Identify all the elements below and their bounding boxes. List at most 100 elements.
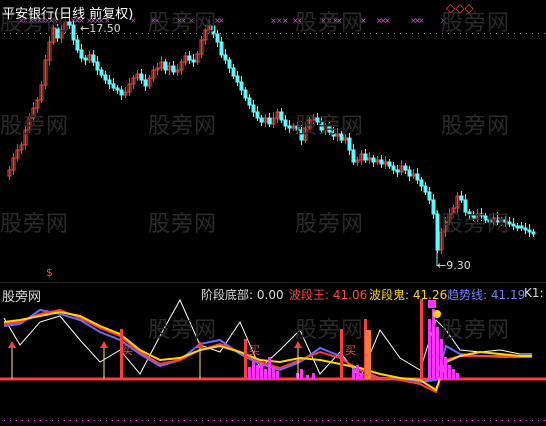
dot-mark: [268, 33, 269, 34]
dot-mark: [340, 420, 341, 421]
dot-mark: [52, 420, 53, 421]
volume-bar: [452, 369, 455, 379]
candle-body: [111, 83, 116, 89]
low-price-label: ←9.30: [437, 259, 471, 272]
k-label: K1:: [524, 286, 544, 300]
signal-dot: [433, 310, 441, 318]
dot-mark: [310, 420, 311, 421]
candle-body: [119, 89, 124, 96]
dot-mark: [430, 420, 431, 421]
signal-bar: [244, 339, 247, 379]
dot-mark: [514, 420, 515, 421]
dot-mark: [478, 420, 479, 421]
dot-mark: [286, 33, 287, 34]
dot-mark: [118, 420, 119, 421]
candle-body: [387, 161, 392, 167]
dot-mark: [4, 420, 5, 421]
dot-mark: [292, 420, 293, 421]
dot-mark: [160, 420, 161, 421]
candle-body: [267, 117, 272, 125]
dot-mark: [130, 33, 131, 34]
candle-body: [407, 169, 412, 177]
dot-mark: [436, 420, 437, 421]
candle-body: [247, 97, 252, 106]
dot-mark: [196, 420, 197, 421]
dot-mark: [490, 420, 491, 421]
dot-mark: [460, 420, 461, 421]
candle-body: [91, 54, 96, 63]
line3-value: 41.19: [490, 288, 526, 302]
candle-body: [391, 165, 396, 171]
watermark: 股旁网: [295, 11, 365, 36]
dot-mark: [436, 33, 437, 34]
dot-mark: [244, 33, 245, 34]
candle-body: [431, 199, 436, 215]
watermark: 股旁网: [0, 114, 70, 139]
dot-mark: [544, 420, 545, 421]
dot-mark: [16, 420, 17, 421]
dot-mark: [394, 420, 395, 421]
watermark: 股旁网: [441, 212, 511, 237]
watermark: 股旁网: [0, 212, 70, 237]
dot-mark: [94, 420, 95, 421]
dot-mark: [400, 33, 401, 34]
dot-mark: [244, 420, 245, 421]
watermark: 股旁网: [148, 318, 218, 343]
dot-mark: [226, 33, 227, 34]
dot-mark: [514, 33, 515, 34]
dot-mark: [70, 33, 71, 34]
dot-mark: [406, 33, 407, 34]
dot-mark: [412, 33, 413, 34]
volume-bar: [356, 365, 359, 379]
candle-body: [283, 119, 288, 127]
candle-body: [515, 225, 520, 229]
dot-mark: [382, 33, 383, 34]
watermark: 股旁网: [148, 11, 218, 36]
line1-value: 41.06: [332, 288, 368, 302]
signal-x-mark: ×: [418, 16, 425, 25]
dot-mark: [424, 33, 425, 34]
candle-body: [279, 111, 284, 121]
candle-body: [243, 89, 248, 99]
dot-mark: [454, 420, 455, 421]
dot-mark: [484, 420, 485, 421]
buy-marker: 买: [345, 344, 356, 357]
dot-mark: [202, 420, 203, 421]
candle-body: [363, 153, 368, 161]
period-marker: $: [46, 266, 53, 279]
panel-watermark-label: 股旁网: [2, 290, 42, 305]
volume-bar: [352, 369, 355, 379]
dot-mark: [412, 420, 413, 421]
buy-marker: 买: [122, 344, 133, 357]
dot-mark: [274, 33, 275, 34]
low-price-value: 9.30: [446, 259, 471, 272]
volume-bar: [268, 357, 271, 379]
candle-body: [371, 157, 376, 163]
volume-bar: [248, 367, 251, 379]
dot-mark: [388, 33, 389, 34]
dot-mark: [10, 420, 11, 421]
volume-bar: [428, 319, 431, 379]
signal-bar: [420, 299, 423, 379]
candle-body: [163, 61, 168, 71]
dot-mark: [76, 420, 77, 421]
dot-mark: [34, 420, 35, 421]
nav-arrow-icons[interactable]: ◇◇◇: [446, 1, 474, 15]
dot-mark: [142, 33, 143, 34]
dot-mark: [238, 33, 239, 34]
dot-mark: [124, 420, 125, 421]
dot-mark: [364, 420, 365, 421]
candle-body: [79, 49, 84, 59]
candle-body: [459, 195, 464, 201]
dot-mark: [172, 420, 173, 421]
candle-body: [415, 173, 420, 181]
dot-mark: [88, 420, 89, 421]
dot-mark: [214, 420, 215, 421]
dot-mark: [388, 420, 389, 421]
volume-bar: [300, 369, 303, 379]
candle-body: [115, 87, 120, 91]
stock-title[interactable]: 平安银行(日线 前复权): [2, 3, 133, 22]
candle-body: [187, 55, 192, 61]
candle-body: [99, 69, 104, 76]
dot-mark: [394, 33, 395, 34]
